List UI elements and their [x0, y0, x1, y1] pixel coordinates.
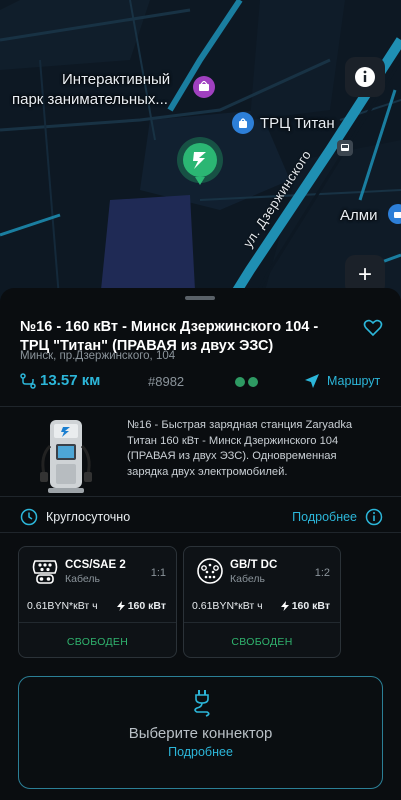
poi-mall-label[interactable]: ТРЦ Титан	[260, 114, 335, 134]
connector-power-value: 160 кВт	[291, 600, 330, 612]
connector-price: 0.61BYN*кВт ч	[192, 600, 263, 612]
connector-status-dots	[235, 377, 258, 387]
connector-type: Кабель	[65, 573, 100, 585]
gbt-connector-icon	[197, 558, 223, 584]
ccs-connector-icon	[32, 560, 58, 584]
station-id: #8982	[148, 374, 185, 389]
select-connector-title: Выберите коннектор	[128, 725, 273, 742]
select-connector-panel[interactable]: Выберите коннектор Подробнее	[18, 676, 383, 789]
more-details-label: Подробнее	[292, 510, 357, 524]
connector-power: 160 кВт	[116, 600, 166, 612]
plug-cable-icon	[194, 690, 210, 717]
station-description: №16 - Быстрая зарядная станция Zaryadka …	[127, 419, 353, 478]
bus-stop-icon[interactable]	[337, 140, 353, 156]
navigation-arrow-icon	[305, 374, 319, 388]
status-dot	[235, 377, 245, 387]
connector-quantity: 1:1	[150, 567, 166, 579]
poi-park-label-line2[interactable]: парк занимательных...	[12, 90, 168, 110]
clock-icon	[20, 508, 38, 526]
select-connector-more-link[interactable]: Подробнее	[19, 745, 382, 759]
distance-indicator: 13.57 км	[20, 372, 100, 389]
mall-pin-icon[interactable]	[232, 112, 254, 134]
divider	[0, 406, 401, 407]
connector-quantity: 1:2	[314, 567, 330, 579]
more-details-link[interactable]: Подробнее	[292, 508, 383, 526]
connector-name: CCS/SAE 2	[65, 559, 126, 571]
connector-card-gbt[interactable]: GB/T DC Кабель 1:2 0.61BYN*кВт ч 160 кВт…	[183, 546, 341, 658]
map-view[interactable]: Интерактивный парк занимательных... ТРЦ …	[0, 0, 401, 310]
connector-list: CCS/SAE 2 Кабель 1:1 0.61BYN*кВт ч 160 к…	[18, 546, 383, 658]
divider	[0, 496, 401, 497]
route-button[interactable]: Маршрут	[303, 372, 380, 390]
divider	[184, 622, 340, 623]
connector-card-ccs[interactable]: CCS/SAE 2 Кабель 1:1 0.61BYN*кВт ч 160 к…	[18, 546, 177, 658]
connector-price: 0.61BYN*кВт ч	[27, 600, 98, 612]
connector-power: 160 кВт	[280, 600, 330, 612]
station-marker-icon[interactable]	[175, 137, 225, 197]
poi-almi-label[interactable]: Алми	[340, 206, 377, 226]
connector-power-value: 160 кВт	[127, 600, 166, 612]
station-address: Минск, пр.Дзержинского, 104	[20, 350, 176, 362]
route-row: 13.57 км #8982 Маршрут	[20, 372, 383, 392]
poi-park-label-line1[interactable]: Интерактивный	[62, 70, 170, 90]
route-path-icon	[20, 372, 36, 389]
info-icon	[355, 67, 375, 87]
favorite-heart-icon[interactable]	[363, 318, 383, 338]
charger-image	[40, 420, 92, 493]
status-badge: СВОБОДЕН	[231, 636, 293, 648]
info-circle-icon	[365, 508, 383, 526]
connector-name: GB/T DC	[230, 559, 278, 571]
opening-hours: Круглосуточно	[20, 508, 130, 526]
sheet-drag-handle[interactable]	[185, 296, 215, 300]
map-info-button[interactable]	[345, 57, 385, 97]
opening-hours-text: Круглосуточно	[46, 510, 131, 524]
divider	[19, 622, 176, 623]
park-pin-icon[interactable]	[193, 76, 215, 98]
app-screen: Интерактивный парк занимательных... ТРЦ …	[0, 0, 401, 800]
status-dot	[248, 377, 258, 387]
connector-type: Кабель	[230, 573, 265, 585]
route-button-label: Маршрут	[327, 374, 381, 388]
almi-pin-icon[interactable]	[388, 204, 401, 224]
lightning-icon	[116, 601, 125, 611]
distance-value: 13.57 км	[40, 372, 101, 389]
station-sheet: №16 - 160 кВт - Минск Дзержинского 104 -…	[0, 288, 401, 800]
divider	[0, 532, 401, 533]
hours-row: Круглосуточно Подробнее	[20, 508, 383, 528]
lightning-icon	[280, 601, 289, 611]
status-badge: СВОБОДЕН	[66, 636, 129, 648]
